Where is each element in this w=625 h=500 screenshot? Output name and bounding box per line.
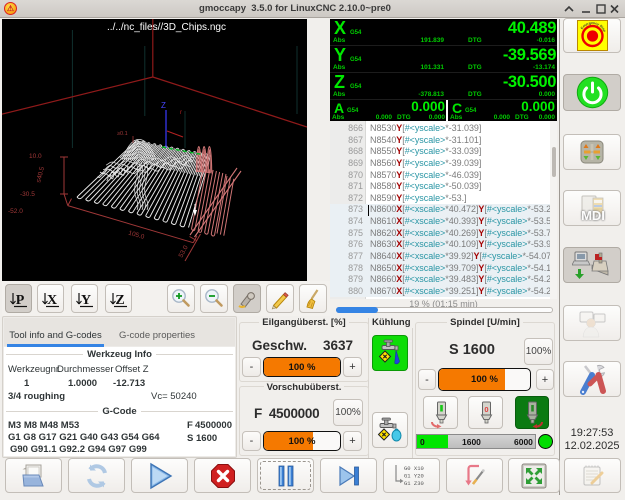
svg-text:X: X [46,293,56,308]
svg-text:-52.0: -52.0 [8,208,23,215]
svg-text:Y: Y [80,293,90,308]
svg-text:r: r [180,110,182,116]
svg-text:-30.5: -30.5 [20,191,35,198]
svg-text:../../nc_files//3D_Chips.ngc: ../../nc_files//3D_Chips.ngc [107,22,226,33]
svg-text:P: P [15,293,24,308]
svg-text:G1 Z30: G1 Z30 [404,480,424,487]
svg-text:≥0.1: ≥0.1 [117,131,128,137]
svg-text:G1 Y20: G1 Y20 [404,472,424,479]
svg-text:10.0: 10.0 [29,153,42,160]
svg-text:G0 X10: G0 X10 [404,465,424,472]
svg-text:0: 0 [484,405,488,414]
svg-text:Z: Z [161,101,166,110]
svg-text:Z: Z [115,293,124,308]
